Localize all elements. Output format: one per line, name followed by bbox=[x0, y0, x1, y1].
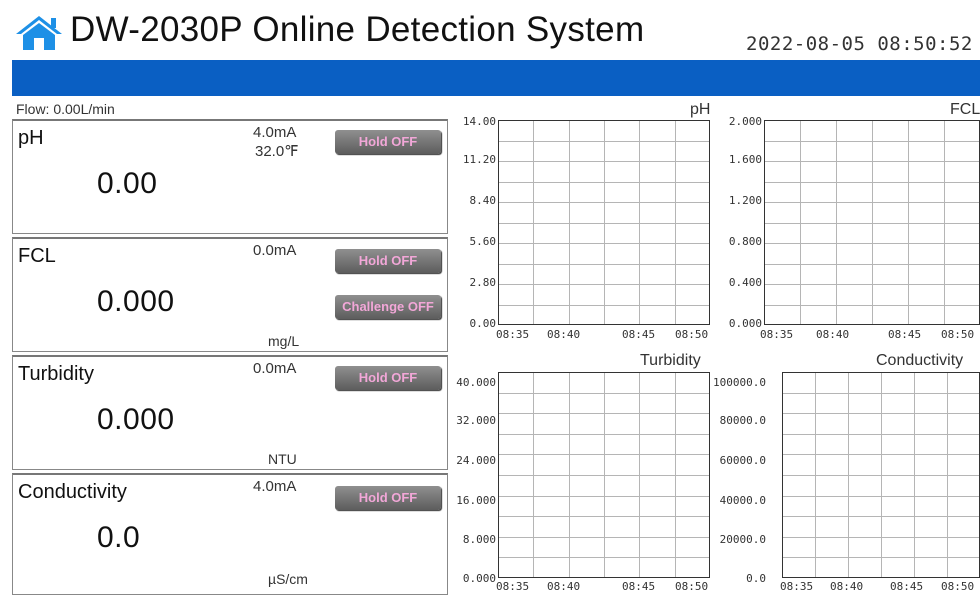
x-tick: 08:35 bbox=[496, 328, 530, 341]
x-tick: 08:45 bbox=[622, 580, 656, 593]
chart-title-ph: pH bbox=[690, 101, 711, 118]
chart-title-conductivity: Conductivity bbox=[876, 352, 964, 369]
ph-trend-plot bbox=[498, 120, 710, 325]
x-tick: 08:50 bbox=[941, 580, 975, 593]
panel-name: Turbidity bbox=[18, 363, 94, 385]
header: DW-2030P Online Detection System 2022-08… bbox=[0, 0, 980, 60]
x-tick: 08:45 bbox=[622, 328, 656, 341]
x-tick: 08:40 bbox=[816, 328, 850, 341]
panel-name: pH bbox=[18, 127, 44, 149]
panel-temperature: 32.0℉ bbox=[255, 143, 299, 160]
y-tick: 16.000 bbox=[456, 494, 496, 507]
blue-banner bbox=[12, 60, 980, 96]
x-tick: 08:50 bbox=[675, 328, 709, 341]
y-tick: 40.000 bbox=[456, 376, 496, 389]
turbidity-trend-plot bbox=[498, 372, 710, 578]
y-tick: 24.000 bbox=[456, 454, 496, 467]
x-tick: 08:50 bbox=[675, 580, 709, 593]
y-tick: 1.200 bbox=[728, 194, 762, 207]
y-tick: 1.600 bbox=[728, 153, 762, 166]
chart-title-fcl: FCL bbox=[950, 101, 980, 118]
panel-ma: 0.0mA bbox=[253, 242, 297, 259]
panel-fcl: FCL 0.0mA 0.000 mg/L Hold OFF Challenge … bbox=[12, 237, 448, 352]
y-tick: 0.400 bbox=[728, 276, 762, 289]
y-tick: 100000.0 bbox=[713, 376, 766, 389]
panel-value: 0.000 bbox=[97, 403, 175, 436]
panel-ma: 4.0mA bbox=[253, 478, 297, 495]
datetime: 2022-08-05 08:50:52 bbox=[746, 33, 973, 55]
x-tick: 08:35 bbox=[780, 580, 814, 593]
panel-unit: mg/L bbox=[268, 333, 300, 349]
y-tick: 0.00 bbox=[469, 317, 497, 330]
panel-name: Conductivity bbox=[18, 481, 127, 503]
x-tick: 08:45 bbox=[888, 328, 922, 341]
x-tick: 08:35 bbox=[496, 580, 530, 593]
panel-turbidity: Turbidity 0.0mA 0.000 NTU Hold OFF bbox=[12, 355, 448, 470]
x-tick: 08:35 bbox=[760, 328, 794, 341]
panel-ma: 4.0mA bbox=[253, 124, 297, 141]
panel-value: 0.000 bbox=[97, 285, 175, 318]
panel-value: 0.00 bbox=[97, 167, 158, 200]
y-tick: 11.20 bbox=[462, 153, 496, 166]
panel-name: FCL bbox=[18, 245, 56, 267]
main-content: Flow: 0.00L/min pH 4.0mA 32.0℉ 0.00 Hold… bbox=[12, 96, 980, 595]
flow-readout: Flow: 0.00L/min bbox=[16, 101, 115, 117]
y-tick: 2.80 bbox=[469, 276, 497, 289]
hold-button[interactable]: Hold OFF bbox=[335, 486, 441, 510]
x-tick: 08:45 bbox=[890, 580, 924, 593]
panel-ph: pH 4.0mA 32.0℉ 0.00 Hold OFF bbox=[12, 119, 448, 234]
home-icon[interactable] bbox=[14, 14, 64, 52]
fcl-trend-plot bbox=[764, 120, 980, 325]
y-tick: 32.000 bbox=[456, 414, 496, 427]
x-tick: 08:40 bbox=[830, 580, 864, 593]
y-tick: 0.000 bbox=[462, 572, 496, 585]
y-tick: 80000.0 bbox=[719, 414, 766, 427]
x-tick: 08:40 bbox=[547, 580, 581, 593]
y-tick: 40000.0 bbox=[719, 494, 766, 507]
hold-button[interactable]: Hold OFF bbox=[335, 249, 441, 273]
y-tick: 14.00 bbox=[462, 115, 496, 128]
panel-unit: NTU bbox=[268, 451, 297, 467]
y-tick: 60000.0 bbox=[719, 454, 766, 467]
panel-value: 0.0 bbox=[97, 521, 141, 554]
app-title: DW-2030P Online Detection System bbox=[70, 10, 645, 49]
y-tick: 20000.0 bbox=[719, 533, 766, 546]
y-tick: 2.000 bbox=[728, 115, 762, 128]
chart-title-turbidity: Turbidity bbox=[640, 352, 701, 369]
y-tick: 5.60 bbox=[469, 235, 497, 248]
x-tick: 08:40 bbox=[547, 328, 581, 341]
x-tick: 08:50 bbox=[941, 328, 975, 341]
panel-unit: µS/cm bbox=[268, 571, 308, 587]
panel-conductivity: Conductivity 4.0mA 0.0 µS/cm Hold OFF bbox=[12, 473, 448, 595]
y-tick: 8.40 bbox=[469, 194, 497, 207]
panel-ma: 0.0mA bbox=[253, 360, 297, 377]
y-tick: 0.000 bbox=[728, 317, 762, 330]
y-tick: 8.000 bbox=[462, 533, 496, 546]
y-tick: 0.0 bbox=[746, 572, 766, 585]
challenge-button[interactable]: Challenge OFF bbox=[335, 295, 441, 319]
y-tick: 0.800 bbox=[728, 235, 762, 248]
conductivity-trend-plot bbox=[782, 372, 980, 578]
hold-button[interactable]: Hold OFF bbox=[335, 130, 441, 154]
hold-button[interactable]: Hold OFF bbox=[335, 366, 441, 390]
